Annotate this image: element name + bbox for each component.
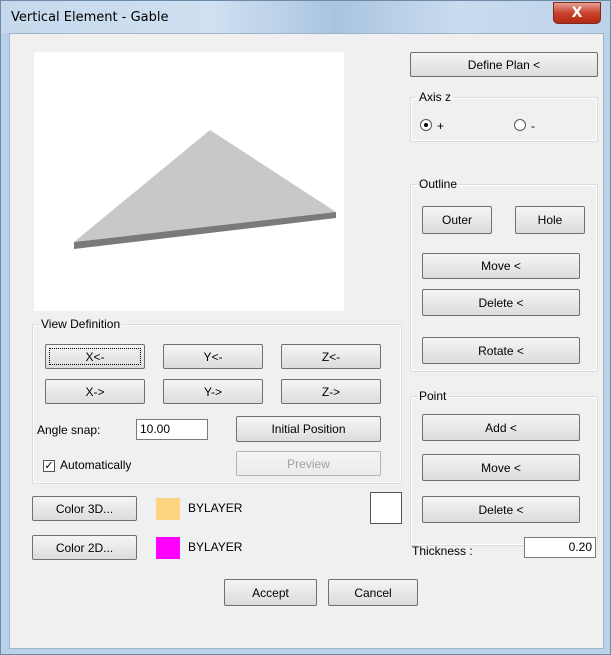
angle-snap-label: Angle snap: [37, 423, 101, 437]
axis-z-label: Axis z [417, 90, 454, 104]
preview-button[interactable]: Preview [236, 451, 381, 476]
rotate-y-right-button[interactable]: Y-> [163, 379, 263, 404]
angle-snap-input[interactable]: 10.00 [136, 419, 208, 440]
thickness-input[interactable]: 0.20 [524, 537, 596, 558]
gable-3d-shape [74, 130, 336, 249]
color-3d-swatch [156, 498, 180, 520]
automatically-label: Automatically [60, 458, 132, 472]
axis-z-plus-label: + [437, 119, 445, 133]
hole-button[interactable]: Hole [515, 206, 585, 234]
axis-z-minus-radio[interactable] [514, 119, 526, 131]
color-3d-button[interactable]: Color 3D... [32, 496, 137, 521]
outline-move-button[interactable]: Move < [422, 253, 580, 279]
automatically-checkbox[interactable]: ✓ [43, 460, 55, 472]
outline-label: Outline [417, 177, 460, 191]
thickness-label: Thickness : [412, 544, 473, 558]
define-plan-button[interactable]: Define Plan < [410, 52, 598, 77]
rotate-x-left-button[interactable]: X<- [45, 344, 145, 369]
point-add-button[interactable]: Add < [422, 414, 580, 441]
rotate-z-right-button[interactable]: Z-> [281, 379, 381, 404]
rotate-x-right-button[interactable]: X-> [45, 379, 145, 404]
color-2d-button[interactable]: Color 2D... [32, 535, 137, 560]
outline-delete-button[interactable]: Delete < [422, 289, 580, 316]
3d-preview-viewport[interactable] [34, 52, 344, 311]
cancel-button[interactable]: Cancel [328, 579, 418, 606]
window-title: Vertical Element - Gable [11, 10, 169, 25]
title-bar[interactable]: Vertical Element - Gable X [1, 1, 610, 33]
view-definition-label: View Definition [39, 317, 123, 331]
dialog-window: Vertical Element - Gable X View Definiti… [0, 0, 611, 655]
initial-position-button[interactable]: Initial Position [236, 416, 381, 442]
point-move-button[interactable]: Move < [422, 454, 580, 481]
rotate-y-left-button[interactable]: Y<- [163, 344, 263, 369]
point-label: Point [417, 389, 449, 403]
outer-button[interactable]: Outer [422, 206, 492, 234]
axis-z-plus-radio[interactable] [420, 119, 432, 131]
rotate-button[interactable]: Rotate < [422, 337, 580, 364]
axis-z-minus-label: - [531, 119, 535, 133]
dialog-client-area: View Definition X<- Y<- Z<- X-> Y-> Z-> … [9, 33, 604, 649]
color-2d-swatch [156, 537, 180, 559]
accept-button[interactable]: Accept [224, 579, 317, 606]
color-3d-value: BYLAYER [188, 501, 243, 515]
point-delete-button[interactable]: Delete < [422, 496, 580, 523]
rotate-z-left-button[interactable]: Z<- [281, 344, 381, 369]
close-button[interactable]: X [553, 2, 601, 24]
color-preview-box [370, 492, 402, 524]
color-2d-value: BYLAYER [188, 540, 243, 554]
